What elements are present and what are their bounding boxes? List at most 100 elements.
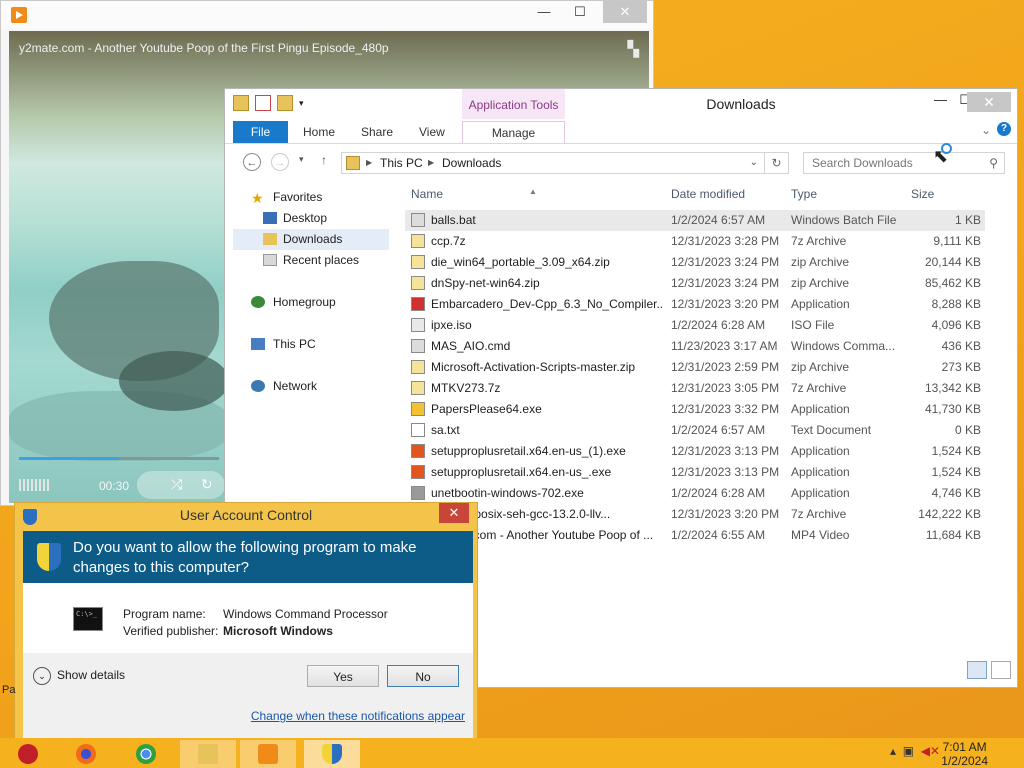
file-size: 273 KB bbox=[941, 360, 981, 374]
nav-recent-places[interactable]: Recent places bbox=[233, 250, 393, 271]
file-type: MP4 Video bbox=[791, 528, 850, 542]
tab-manage[interactable]: Manage bbox=[462, 121, 565, 143]
breadcrumb-this-pc[interactable]: This PC bbox=[380, 153, 423, 173]
tools-icon[interactable]: ⤮ bbox=[171, 476, 182, 493]
file-row[interactable]: ccp.7z 12/31/2023 3:28 PM 7z Archive 9,111 … bbox=[405, 231, 985, 252]
search-icon[interactable]: ⚲ bbox=[989, 153, 998, 173]
file-row[interactable]: die_win64_portable_3.09_x64.zip 12/31/202… bbox=[405, 252, 985, 273]
volume-muted-icon[interactable]: ◀✕ bbox=[921, 744, 940, 758]
file-size: 8,288 KB bbox=[931, 297, 981, 311]
tab-view[interactable]: View bbox=[419, 121, 445, 143]
nav-downloads[interactable]: Downloads bbox=[233, 229, 389, 250]
file-name: balls.bat bbox=[431, 213, 476, 227]
help-icon[interactable]: ? bbox=[997, 122, 1011, 136]
column-date-modified[interactable]: Date modified bbox=[671, 187, 745, 201]
file-size: 0 KB bbox=[954, 423, 981, 437]
file-row[interactable]: PapersPlease64.exe 12/31/2023 3:32 PM Appl… bbox=[405, 399, 985, 420]
player-titlebar[interactable]: — ☐ ✕ bbox=[1, 1, 653, 29]
player-minimize-button[interactable]: — bbox=[527, 1, 561, 23]
player-close-button[interactable]: ✕ bbox=[603, 1, 647, 23]
ribbon-expand-icon[interactable]: ⌄ bbox=[981, 123, 991, 137]
taskbar: ▴ ▣ ◀✕ 7:01 AM 1/2/2024 bbox=[0, 738, 1024, 768]
taskbar-explorer-button[interactable] bbox=[180, 740, 236, 768]
file-name: setupproplusretail.x64.en-us_(1).exe bbox=[431, 444, 626, 458]
taskbar-chrome-button[interactable] bbox=[118, 740, 174, 768]
show-details-toggle[interactable]: ⌄ Show details bbox=[33, 667, 125, 685]
column-name[interactable]: Name bbox=[411, 187, 443, 201]
file-row[interactable]: Embarcadero_Dev-Cpp_6.3_No_Compiler... 12… bbox=[405, 294, 985, 315]
tab-share[interactable]: Share bbox=[361, 121, 393, 143]
nav-desktop[interactable]: Desktop bbox=[233, 208, 393, 229]
player-maximize-button[interactable]: ☐ bbox=[563, 1, 597, 23]
notification-settings-link[interactable]: Change when these notifications appear bbox=[251, 709, 465, 723]
file-row[interactable]: balls.bat 1/2/2024 6:57 AM Windows Batch F… bbox=[405, 210, 985, 231]
back-button[interactable]: ← bbox=[243, 153, 261, 171]
file-row[interactable]: setupproplusretail.x64.en-us_(1).exe 12/3… bbox=[405, 441, 985, 462]
star-icon: ★ bbox=[251, 190, 264, 206]
column-size[interactable]: Size bbox=[911, 187, 934, 201]
network-tray-icon[interactable]: ▣ bbox=[903, 744, 914, 758]
view-switcher bbox=[967, 661, 1011, 679]
taskbar-media-player-button[interactable] bbox=[240, 740, 296, 768]
tab-home[interactable]: Home bbox=[303, 121, 335, 143]
command-prompt-icon: C:\>_ bbox=[73, 607, 103, 631]
file-row[interactable]: MAS_AIO.cmd 11/23/2023 3:17 AM Windows Com… bbox=[405, 336, 985, 357]
nav-this-pc[interactable]: This PC bbox=[233, 334, 393, 355]
taskbar-firefox-button[interactable] bbox=[58, 740, 114, 768]
details-view-icon[interactable] bbox=[967, 661, 987, 679]
file-row[interactable]: unetbootin-windows-702.exe 1/2/2024 6:28 … bbox=[405, 483, 985, 504]
show-hidden-icons-icon[interactable]: ▴ bbox=[890, 744, 896, 758]
file-icon bbox=[411, 318, 425, 332]
search-input[interactable]: Search Downloads ⚲ bbox=[803, 152, 1005, 174]
no-button[interactable]: No bbox=[387, 665, 459, 687]
media-player-app-icon bbox=[11, 7, 27, 23]
explorer-close-button[interactable]: ✕ bbox=[967, 92, 1011, 112]
explorer-titlebar[interactable]: ▾ Application Tools Downloads — ☐ ✕ bbox=[225, 89, 1017, 119]
file-row[interactable]: ipxe.iso 1/2/2024 6:28 AM ISO File 4,096 KB bbox=[405, 315, 985, 336]
clock[interactable]: 7:01 AM 1/2/2024 bbox=[941, 740, 988, 768]
file-row[interactable]: dnSpy-net-win64.zip 12/31/2023 3:24 PM zip… bbox=[405, 273, 985, 294]
clock-date: 1/2/2024 bbox=[941, 754, 988, 768]
file-row[interactable]: y2mate.com - Another Youtube Poop of ...… bbox=[405, 525, 985, 546]
file-name: PapersPlease64.exe bbox=[431, 402, 542, 416]
address-dropdown-icon[interactable]: ⌄ bbox=[750, 153, 758, 173]
file-size: 436 KB bbox=[941, 339, 981, 353]
loop-icon[interactable]: ↻ bbox=[201, 476, 213, 493]
tab-file[interactable]: File bbox=[233, 121, 288, 143]
video-title: y2mate.com - Another Youtube Poop of the… bbox=[19, 41, 389, 55]
breadcrumb-downloads[interactable]: Downloads bbox=[442, 153, 501, 173]
nav-homegroup[interactable]: Homegroup bbox=[233, 292, 393, 313]
file-icon bbox=[411, 276, 425, 290]
volume-bar[interactable] bbox=[19, 479, 51, 491]
taskbar-app-button[interactable] bbox=[0, 740, 56, 768]
fullscreen-icon[interactable]: ▚ bbox=[627, 40, 639, 58]
uac-close-button[interactable]: ✕ bbox=[439, 503, 469, 523]
refresh-button[interactable]: ↻ bbox=[765, 152, 789, 174]
nav-favorites[interactable]: ★ Favorites bbox=[233, 187, 393, 208]
file-row[interactable]: sa.txt 1/2/2024 6:57 AM Text Document 0 KB bbox=[405, 420, 985, 441]
sort-ascending-icon: ▲ bbox=[529, 187, 537, 196]
nav-label: Network bbox=[273, 379, 318, 393]
file-type: Application bbox=[791, 465, 850, 479]
explorer-minimize-button[interactable]: — bbox=[934, 92, 947, 107]
large-icons-view-icon[interactable] bbox=[991, 661, 1011, 679]
yes-button[interactable]: Yes bbox=[307, 665, 379, 687]
nav-network[interactable]: Network bbox=[233, 376, 393, 397]
file-row[interactable]: Microsoft-Activation-Scripts-master.zip 1… bbox=[405, 357, 985, 378]
uac-dialog[interactable]: User Account Control ✕ Do you want to al… bbox=[14, 502, 478, 746]
file-name: Microsoft-Activation-Scripts-master.zip bbox=[431, 360, 636, 374]
forward-button[interactable]: → bbox=[271, 153, 289, 171]
player-controls[interactable]: ⤮ ↻ bbox=[137, 471, 225, 499]
column-type[interactable]: Type bbox=[791, 187, 817, 201]
seek-bar[interactable] bbox=[19, 457, 219, 460]
up-button[interactable]: ↑ bbox=[321, 153, 327, 167]
file-row[interactable]: MTKV273.7z 12/31/2023 3:05 PM 7z Archive 13… bbox=[405, 378, 985, 399]
nav-label: This PC bbox=[273, 337, 316, 351]
nav-label: Homegroup bbox=[273, 295, 336, 309]
recent-locations-icon[interactable]: ▾ bbox=[299, 154, 304, 165]
system-tray-icons[interactable]: ▴ ▣ ◀✕ bbox=[890, 744, 940, 758]
taskbar-uac-button[interactable] bbox=[304, 740, 360, 768]
file-row[interactable]: setupproplusretail.x64.en-us_.exe 12/31/2… bbox=[405, 462, 985, 483]
address-box[interactable]: ▶ This PC ▶ Downloads ⌄ bbox=[341, 152, 765, 174]
file-row[interactable]: x86_64-posix-seh-gcc-13.2.0-llv... 12/31/… bbox=[405, 504, 985, 525]
